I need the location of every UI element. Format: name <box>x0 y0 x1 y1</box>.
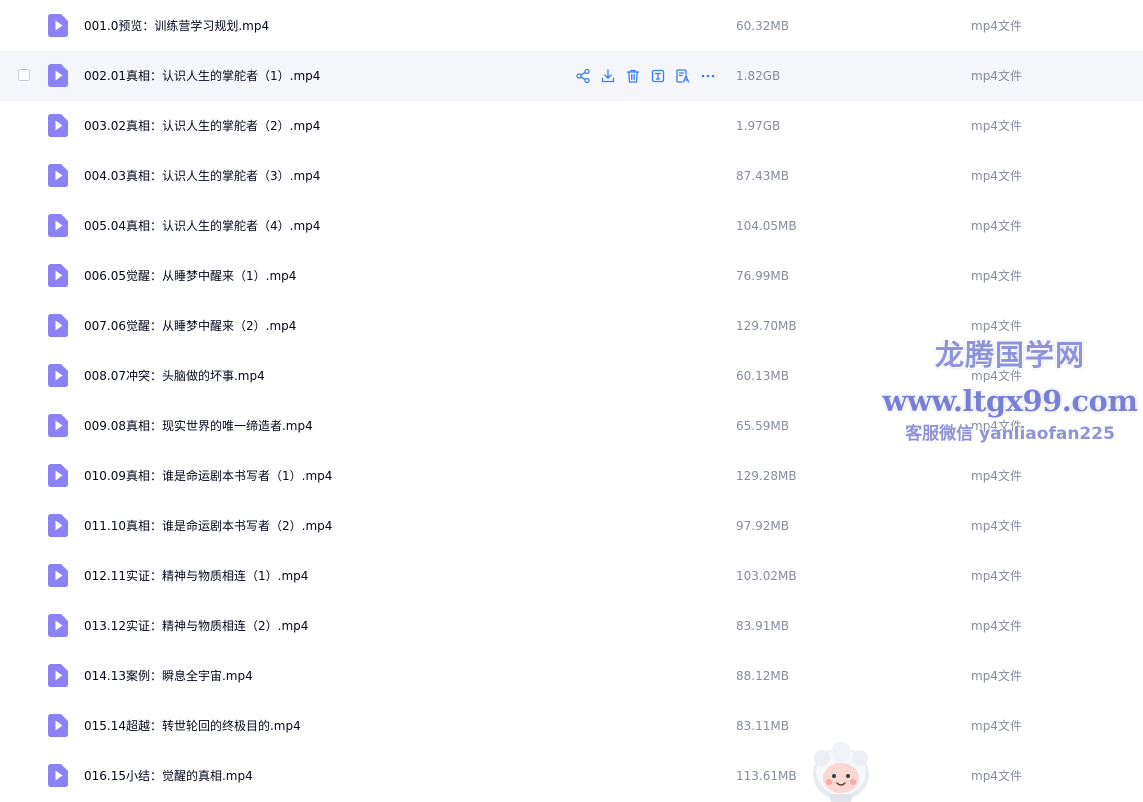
file-name[interactable]: 011.10真相：谁是命运剧本书写者（2）.mp4 <box>84 517 332 535</box>
video-file-icon <box>48 714 68 737</box>
transcribe-icon[interactable] <box>675 68 691 84</box>
file-type: mp4文件 <box>971 769 1022 783</box>
file-size: 97.92MB <box>736 519 789 533</box>
file-name[interactable]: 013.12实证：精神与物质相连（2）.mp4 <box>84 617 308 635</box>
file-size: 129.70MB <box>736 319 797 333</box>
file-name[interactable]: 004.03真相：认识人生的掌舵者（3）.mp4 <box>84 167 320 185</box>
file-size: 60.13MB <box>736 369 789 383</box>
file-row[interactable]: 016.15小结：觉醒的真相.mp4 113.61MB mp4文件 <box>0 751 1143 801</box>
file-name[interactable]: 006.05觉醒：从睡梦中醒来（1）.mp4 <box>84 267 296 285</box>
row-checkbox[interactable] <box>18 69 30 81</box>
file-type: mp4文件 <box>971 469 1022 483</box>
video-file-icon <box>48 164 68 187</box>
video-file-icon <box>48 214 68 237</box>
file-type: mp4文件 <box>971 719 1022 733</box>
file-size: 65.59MB <box>736 419 789 433</box>
file-size: 88.12MB <box>736 669 789 683</box>
file-size: 1.97GB <box>736 119 781 133</box>
file-row[interactable]: 004.03真相：认识人生的掌舵者（3）.mp4 87.43MB mp4文件 <box>0 151 1143 201</box>
file-name[interactable]: 003.02真相：认识人生的掌舵者（2）.mp4 <box>84 117 320 135</box>
share-icon[interactable] <box>575 68 591 84</box>
video-file-icon <box>48 64 68 87</box>
more-icon[interactable] <box>700 68 716 84</box>
video-file-icon <box>48 514 68 537</box>
file-type: mp4文件 <box>971 569 1022 583</box>
file-name[interactable]: 012.11实证：精神与物质相连（1）.mp4 <box>84 567 308 585</box>
file-size: 83.11MB <box>736 719 789 733</box>
file-row[interactable]: 001.0预览：训练营学习规划.mp4 60.32MB mp4文件 <box>0 1 1143 51</box>
video-file-icon <box>48 564 68 587</box>
video-file-icon <box>48 264 68 287</box>
row-actions <box>575 68 716 84</box>
file-name[interactable]: 009.08真相：现实世界的唯一缔造者.mp4 <box>84 417 313 435</box>
file-list: 001.0预览：训练营学习规划.mp4 60.32MB mp4文件 002.01… <box>0 1 1143 801</box>
rename-icon[interactable] <box>650 68 666 84</box>
file-size: 113.61MB <box>736 769 797 783</box>
file-type: mp4文件 <box>971 669 1022 683</box>
file-size: 87.43MB <box>736 169 789 183</box>
video-file-icon <box>48 14 68 37</box>
file-size: 83.91MB <box>736 619 789 633</box>
file-row[interactable]: 014.13案例：瞬息全宇宙.mp4 88.12MB mp4文件 <box>0 651 1143 701</box>
file-type: mp4文件 <box>971 119 1022 133</box>
video-file-icon <box>48 114 68 137</box>
file-type: mp4文件 <box>971 369 1022 383</box>
file-row[interactable]: 010.09真相：谁是命运剧本书写者（1）.mp4 129.28MB mp4文件 <box>0 451 1143 501</box>
file-row[interactable]: 003.02真相：认识人生的掌舵者（2）.mp4 1.97GB mp4文件 <box>0 101 1143 151</box>
file-name[interactable]: 014.13案例：瞬息全宇宙.mp4 <box>84 667 253 685</box>
file-name[interactable]: 005.04真相：认识人生的掌舵者（4）.mp4 <box>84 217 320 235</box>
file-size: 103.02MB <box>736 569 797 583</box>
file-type: mp4文件 <box>971 619 1022 633</box>
file-type: mp4文件 <box>971 269 1022 283</box>
file-name[interactable]: 010.09真相：谁是命运剧本书写者（1）.mp4 <box>84 467 332 485</box>
file-size: 1.82GB <box>736 69 781 83</box>
file-row[interactable]: 009.08真相：现实世界的唯一缔造者.mp4 65.59MB mp4文件 <box>0 401 1143 451</box>
file-name[interactable]: 015.14超越：转世轮回的终极目的.mp4 <box>84 717 301 735</box>
video-file-icon <box>48 464 68 487</box>
video-file-icon <box>48 364 68 387</box>
file-row[interactable]: 005.04真相：认识人生的掌舵者（4）.mp4 104.05MB mp4文件 <box>0 201 1143 251</box>
file-row[interactable]: 006.05觉醒：从睡梦中醒来（1）.mp4 76.99MB mp4文件 <box>0 251 1143 301</box>
file-type: mp4文件 <box>971 19 1022 33</box>
file-type: mp4文件 <box>971 219 1022 233</box>
file-type: mp4文件 <box>971 169 1022 183</box>
video-file-icon <box>48 614 68 637</box>
file-name[interactable]: 002.01真相：认识人生的掌舵者（1）.mp4 <box>84 67 320 85</box>
file-row[interactable]: 007.06觉醒：从睡梦中醒来（2）.mp4 129.70MB mp4文件 <box>0 301 1143 351</box>
file-row-hovered[interactable]: 002.01真相：认识人生的掌舵者（1）.mp4 1.82GB mp4文件 <box>0 51 1143 101</box>
file-size: 76.99MB <box>736 269 789 283</box>
file-size: 129.28MB <box>736 469 797 483</box>
file-row[interactable]: 015.14超越：转世轮回的终极目的.mp4 83.11MB mp4文件 <box>0 701 1143 751</box>
file-size: 104.05MB <box>736 219 797 233</box>
file-name[interactable]: 001.0预览：训练营学习规划.mp4 <box>84 17 269 35</box>
file-type: mp4文件 <box>971 69 1022 83</box>
file-type: mp4文件 <box>971 319 1022 333</box>
file-name[interactable]: 007.06觉醒：从睡梦中醒来（2）.mp4 <box>84 317 296 335</box>
assistant-mascot-icon[interactable] <box>808 738 874 802</box>
delete-icon[interactable] <box>625 68 641 84</box>
video-file-icon <box>48 664 68 687</box>
file-row[interactable]: 013.12实证：精神与物质相连（2）.mp4 83.91MB mp4文件 <box>0 601 1143 651</box>
video-file-icon <box>48 314 68 337</box>
file-row[interactable]: 008.07冲突：头脑做的坏事.mp4 60.13MB mp4文件 <box>0 351 1143 401</box>
file-name[interactable]: 008.07冲突：头脑做的坏事.mp4 <box>84 367 265 385</box>
video-file-icon <box>48 764 68 787</box>
file-name[interactable]: 016.15小结：觉醒的真相.mp4 <box>84 767 253 785</box>
file-size: 60.32MB <box>736 19 789 33</box>
video-file-icon <box>48 414 68 437</box>
file-row[interactable]: 011.10真相：谁是命运剧本书写者（2）.mp4 97.92MB mp4文件 <box>0 501 1143 551</box>
file-row[interactable]: 012.11实证：精神与物质相连（1）.mp4 103.02MB mp4文件 <box>0 551 1143 601</box>
file-type: mp4文件 <box>971 519 1022 533</box>
file-type: mp4文件 <box>971 419 1022 433</box>
download-icon[interactable] <box>600 68 616 84</box>
